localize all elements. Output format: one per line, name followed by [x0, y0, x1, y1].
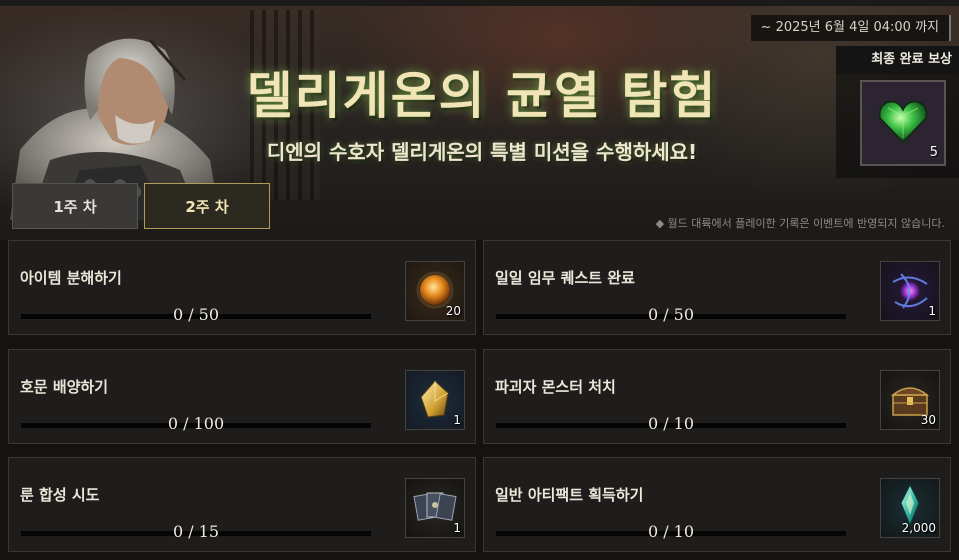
mission-title: 일반 아티팩트 획득하기	[495, 486, 644, 504]
mission-progress-text: 0 / 50	[647, 305, 695, 324]
mission-reward-slot[interactable]: 20	[405, 261, 465, 321]
mission-card: 파괴자 몬스터 처치 0 / 10 30	[483, 349, 951, 444]
mission-progress-text: 0 / 15	[172, 522, 220, 541]
mission-progress-text: 0 / 50	[172, 305, 220, 324]
mission-title: 일일 임무 퀘스트 완료	[495, 269, 635, 287]
final-reward-label: 최종 완료 보상	[836, 46, 959, 74]
notice-text: ◆ 월드 대륙에서 플레이한 기록은 이벤트에 반영되지 않습니다.	[655, 217, 945, 230]
tab-week-2[interactable]: 2주 차	[144, 183, 270, 229]
event-banner: 델리게온의 균열 탐험 디엔의 수호자 델리게온의 특별 미션을 수행하세요! …	[0, 0, 959, 240]
mission-card: 일일 임무 퀘스트 완료 0 / 50 1	[483, 240, 951, 335]
tab-week-1[interactable]: 1주 차	[12, 183, 138, 229]
mission-progress-text: 0 / 10	[647, 414, 695, 433]
mission-reward-slot[interactable]: 1	[405, 370, 465, 430]
mission-reward-slot[interactable]: 2,000	[880, 478, 940, 538]
mission-reward-slot[interactable]: 1	[880, 261, 940, 321]
final-reward-panel: 최종 완료 보상 5	[836, 46, 959, 178]
event-subtitle: 디엔의 수호자 델리게온의 특별 미션을 수행하세요!	[266, 140, 698, 164]
mission-card: 일반 아티팩트 획득하기 0 / 10 2,000	[483, 457, 951, 552]
mission-reward-slot[interactable]: 30	[880, 370, 940, 430]
event-title: 델리게온의 균열 탐험	[246, 66, 718, 125]
reward-count: 1	[453, 413, 461, 427]
mission-progress-text: 0 / 100	[167, 414, 225, 433]
top-edge	[0, 0, 959, 6]
reward-count: 20	[445, 304, 461, 318]
final-reward-count: 5	[929, 145, 938, 160]
final-reward-slot[interactable]: 5	[860, 80, 946, 166]
reward-count: 2,000	[901, 521, 936, 535]
mission-title: 룬 합성 시도	[20, 486, 100, 504]
reward-count: 1	[453, 521, 461, 535]
mission-reward-slot[interactable]: 1	[405, 478, 465, 538]
reward-count: 1	[928, 304, 936, 318]
mission-card: 아이템 분해하기 0 / 50 20	[8, 240, 476, 335]
mission-title: 아이템 분해하기	[20, 269, 122, 287]
reward-count: 30	[920, 413, 936, 427]
mission-progress-text: 0 / 10	[647, 522, 695, 541]
mission-card: 호문 배양하기 0 / 100 1	[8, 349, 476, 444]
mission-title: 호문 배양하기	[20, 378, 109, 396]
mission-title: 파괴자 몬스터 처치	[495, 378, 616, 396]
event-period: ~ 2025년 6월 4일 04:00 까지	[750, 15, 951, 41]
mission-card: 룬 합성 시도 0 / 15 1	[8, 457, 476, 552]
